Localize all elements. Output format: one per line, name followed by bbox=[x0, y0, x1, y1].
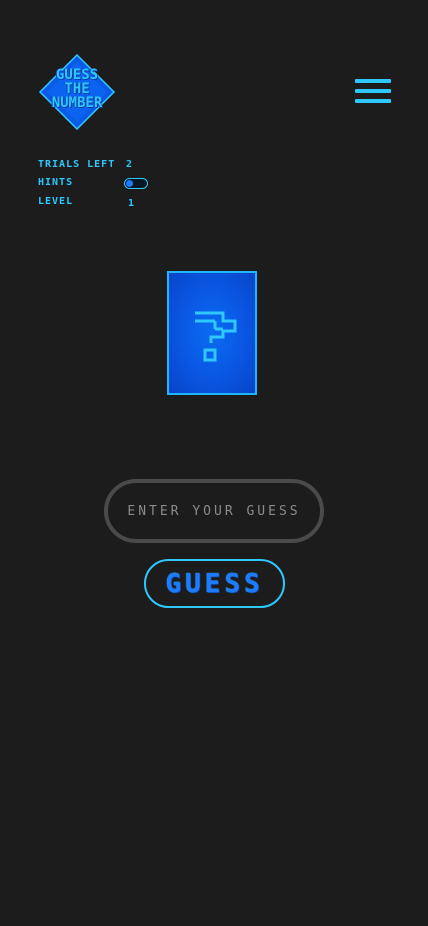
mystery-number-card bbox=[167, 271, 257, 395]
guess-input[interactable] bbox=[104, 479, 324, 543]
trials-label: TRIALS LEFT bbox=[38, 159, 116, 170]
hints-label: HINTS bbox=[38, 177, 74, 188]
hamburger-menu-icon-bar bbox=[355, 99, 391, 103]
logo-line-1: GUESS bbox=[55, 67, 99, 83]
hamburger-menu-icon-bar bbox=[355, 89, 391, 93]
menu-button[interactable] bbox=[355, 79, 391, 103]
hints-row: HINTS bbox=[38, 176, 178, 190]
logo-line-3: NUMBER bbox=[51, 95, 103, 111]
guess-button[interactable]: GUESS bbox=[144, 559, 285, 608]
logo-text: GUESS THE NUMBER bbox=[36, 68, 118, 110]
level-label: LEVEL bbox=[38, 196, 74, 207]
game-logo: GUESS THE NUMBER bbox=[36, 54, 118, 130]
question-mark-icon bbox=[195, 311, 237, 362]
level-value: 1 bbox=[128, 198, 136, 209]
logo-line-2: THE bbox=[64, 81, 90, 97]
hamburger-menu-icon bbox=[355, 79, 391, 83]
hints-toggle[interactable] bbox=[124, 178, 148, 189]
toggle-knob bbox=[126, 180, 133, 187]
trials-value: 2 bbox=[126, 159, 134, 170]
